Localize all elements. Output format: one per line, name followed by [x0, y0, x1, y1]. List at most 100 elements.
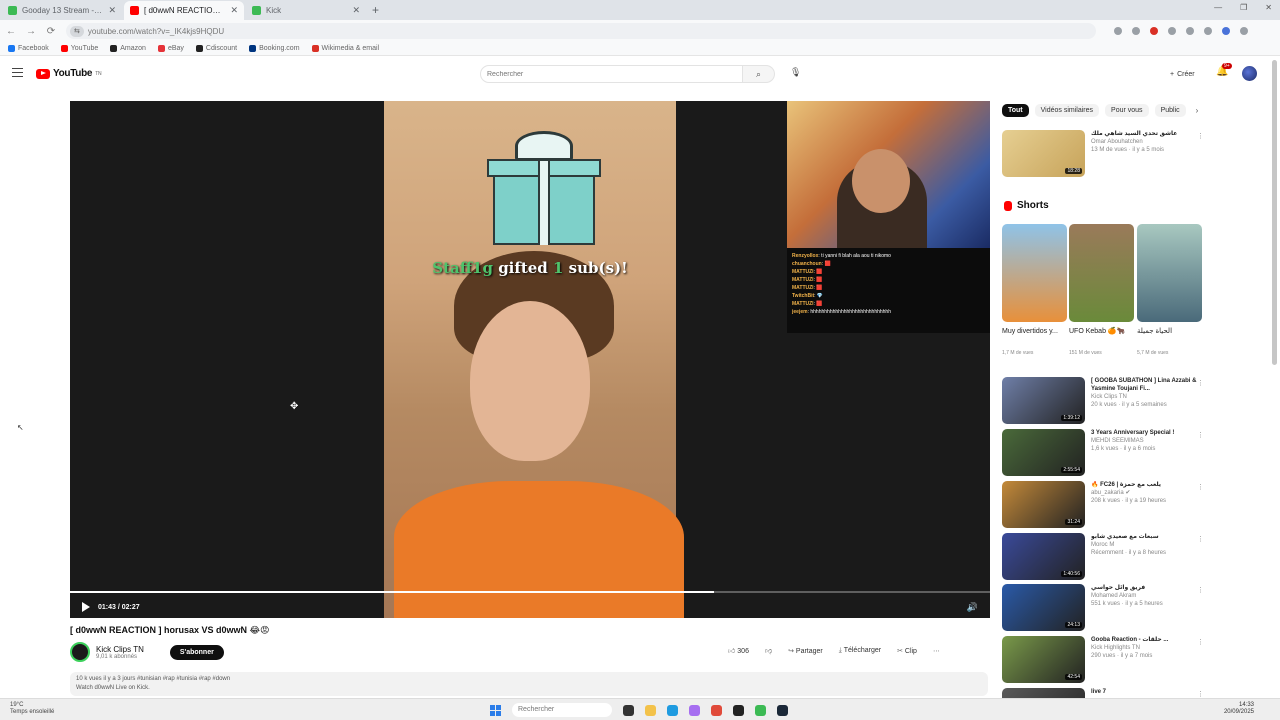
- steam-icon[interactable]: [777, 704, 788, 716]
- progress-bar[interactable]: [70, 591, 990, 593]
- windows-start-icon[interactable]: [490, 704, 501, 716]
- maximize-icon[interactable]: ❐: [1240, 3, 1247, 12]
- bookmark-cdiscount[interactable]: Cdiscount: [195, 45, 237, 52]
- channel-avatar[interactable]: [70, 642, 90, 662]
- youtube-logo[interactable]: YouTube TN: [36, 68, 102, 79]
- short-thumbnail[interactable]: [1069, 224, 1134, 322]
- chip-similar[interactable]: Vidéos similaires: [1034, 104, 1100, 117]
- more-vert-icon[interactable]: ⋮: [1197, 132, 1204, 140]
- chip-public[interactable]: Public: [1154, 104, 1186, 117]
- tab-close-icon[interactable]: ✕: [108, 5, 116, 16]
- bookmark-youtube[interactable]: YouTube: [60, 45, 98, 52]
- recommended-video[interactable]: 1:39:12[ GOOBA SUBATHON ] Lina Azzabi & …: [1002, 377, 1212, 424]
- bookmark-amazon[interactable]: Amazon: [110, 45, 146, 52]
- tab-favicon-icon: [130, 6, 139, 15]
- short-title[interactable]: الحياة جميلة: [1137, 327, 1202, 336]
- video-player[interactable]: Staff1g gifted 1 sub(s)! Renzyollox: ti …: [70, 101, 990, 618]
- taskbar-search[interactable]: Rechercher: [512, 703, 612, 717]
- account-avatar[interactable]: [1242, 66, 1257, 81]
- reload-icon[interactable]: ⟳: [46, 26, 56, 37]
- short-title[interactable]: Muy divertidos y...: [1002, 327, 1067, 336]
- profile-icon[interactable]: [1222, 27, 1230, 35]
- chevron-right-icon[interactable]: ›: [1196, 106, 1199, 115]
- chip-for-you[interactable]: Pour vous: [1105, 104, 1149, 117]
- new-tab-icon[interactable]: +: [372, 1, 379, 20]
- extension-red-icon[interactable]: [1150, 27, 1158, 35]
- chat-message: MATTUZI: 🟥: [792, 285, 823, 291]
- puzzle-icon[interactable]: [1186, 27, 1194, 35]
- more-options-icon[interactable]: ⋯: [933, 647, 940, 655]
- more-vert-icon[interactable]: ⋮: [1197, 431, 1204, 439]
- extension-icon[interactable]: [1168, 27, 1176, 35]
- weather-widget[interactable]: 19°C Temps ensoleillé: [10, 702, 54, 716]
- notifications-bell-icon[interactable]: 🔔 9+: [1216, 63, 1232, 77]
- short-thumbnail[interactable]: [1137, 224, 1202, 322]
- share-button[interactable]: ↪ Partager: [788, 647, 823, 655]
- hamburger-menu-icon[interactable]: [12, 68, 23, 80]
- forward-icon[interactable]: →: [26, 26, 36, 37]
- create-button[interactable]: + Créer: [1164, 66, 1201, 82]
- recommended-video[interactable]: 42:54 Gooba Reaction - حلقات ... Kick High…: [1002, 636, 1212, 683]
- system-clock[interactable]: 14:33 20/09/2025: [1224, 702, 1254, 716]
- page-scrollbar[interactable]: [1272, 60, 1277, 365]
- microphone-icon[interactable]: 🎙: [790, 67, 801, 78]
- download-icon[interactable]: [1204, 27, 1212, 35]
- minimize-icon[interactable]: —: [1214, 3, 1222, 12]
- more-vert-icon[interactable]: ⋮: [1197, 586, 1204, 594]
- search-input[interactable]: [480, 65, 743, 83]
- browser-tab-1[interactable]: Gooday 13 Stream - Watch H...✕: [2, 1, 122, 20]
- like-button[interactable]: 👍︎ 306: [728, 646, 749, 655]
- video-thumbnail[interactable]: 42:54: [1002, 636, 1085, 683]
- play-icon[interactable]: [82, 602, 90, 612]
- back-icon[interactable]: ←: [6, 26, 16, 37]
- more-vert-icon[interactable]: ⋮: [1197, 638, 1204, 646]
- channel-name[interactable]: Kick Clips TN: [96, 645, 144, 654]
- video-thumbnail[interactable]: 1:39:12: [1002, 377, 1085, 424]
- terminal-icon[interactable]: [733, 704, 744, 716]
- recommended-video[interactable]: 31:24 🔥 FC26 | يلعب مع حمزة abu_zakaria ✔ 2…: [1002, 481, 1212, 528]
- more-vert-icon[interactable]: ⋮: [1197, 379, 1204, 387]
- dislike-button[interactable]: 👎︎: [765, 646, 772, 655]
- recommended-video[interactable]: 2:55:54 3 Years Anniversary Special ! MEHD…: [1002, 429, 1212, 476]
- task-view-icon[interactable]: [623, 704, 634, 716]
- subscribe-button[interactable]: S'abonner: [169, 644, 224, 660]
- recommended-video[interactable]: 18:28 عاشق تحدي السيد شاهي ملك Omar Abou…: [1002, 130, 1212, 177]
- install-icon[interactable]: [1114, 27, 1122, 35]
- short-thumbnail[interactable]: [1002, 224, 1067, 322]
- url-field[interactable]: ⇆ youtube.com/watch?v=_IK4kjs9HQDU: [66, 23, 1096, 39]
- browser-tab-3[interactable]: Kick ✕: [246, 1, 366, 20]
- tab-close-icon[interactable]: ✕: [230, 5, 238, 16]
- file-explorer-icon[interactable]: [645, 704, 656, 716]
- volume-icon[interactable]: 🔊: [967, 602, 978, 613]
- description-box[interactable]: 10 k vues il y a 3 jours #tunisian #rap …: [70, 672, 988, 696]
- video-thumbnail[interactable]: 24:13: [1002, 584, 1085, 631]
- edge-icon[interactable]: [667, 704, 678, 716]
- bookmark-wikimedia[interactable]: Wikimedia & email: [311, 45, 379, 52]
- star-icon[interactable]: [1132, 27, 1140, 35]
- more-vert-icon[interactable]: ⋮: [1197, 483, 1204, 491]
- clip-button[interactable]: ✂ Clip: [897, 647, 917, 655]
- browser-tab-2[interactable]: [ d0wwN REACTION ] ho...✕: [124, 1, 244, 20]
- download-button[interactable]: ⤓ Télécharger: [839, 647, 881, 655]
- recommended-video[interactable]: 24:13 فريق وائل حواسي Mohamed Akram 551 k v…: [1002, 584, 1212, 631]
- short-title[interactable]: UFO Kebab 🍊🐂: [1069, 327, 1134, 336]
- site-info-icon[interactable]: ⇆: [70, 25, 84, 37]
- video-thumbnail[interactable]: 2:55:54: [1002, 429, 1085, 476]
- video-thumbnail[interactable]: 31:24: [1002, 481, 1085, 528]
- bookmark-booking[interactable]: Booking.com: [249, 45, 300, 52]
- chip-all[interactable]: Tout: [1002, 104, 1029, 117]
- chrome-icon[interactable]: [711, 704, 722, 716]
- bookmark-ebay[interactable]: eBay: [157, 45, 184, 52]
- video-thumbnail[interactable]: 18:28: [1002, 130, 1085, 177]
- copilot-icon[interactable]: [689, 704, 700, 716]
- video-thumbnail[interactable]: 1:40:56: [1002, 533, 1085, 580]
- kick-app-icon[interactable]: [755, 704, 766, 716]
- more-vert-icon[interactable]: ⋮: [1197, 690, 1204, 698]
- close-window-icon[interactable]: ✕: [1265, 3, 1272, 12]
- tab-close-icon[interactable]: ✕: [352, 5, 360, 16]
- search-button[interactable]: ⌕: [743, 65, 775, 83]
- more-vert-icon[interactable]: ⋮: [1197, 535, 1204, 543]
- recommended-video[interactable]: 1:40:56 سبعات مع صعيدي شابو Moroc M Récemme…: [1002, 533, 1212, 580]
- bookmark-facebook[interactable]: Facebook: [8, 45, 49, 52]
- menu-icon[interactable]: [1240, 27, 1248, 35]
